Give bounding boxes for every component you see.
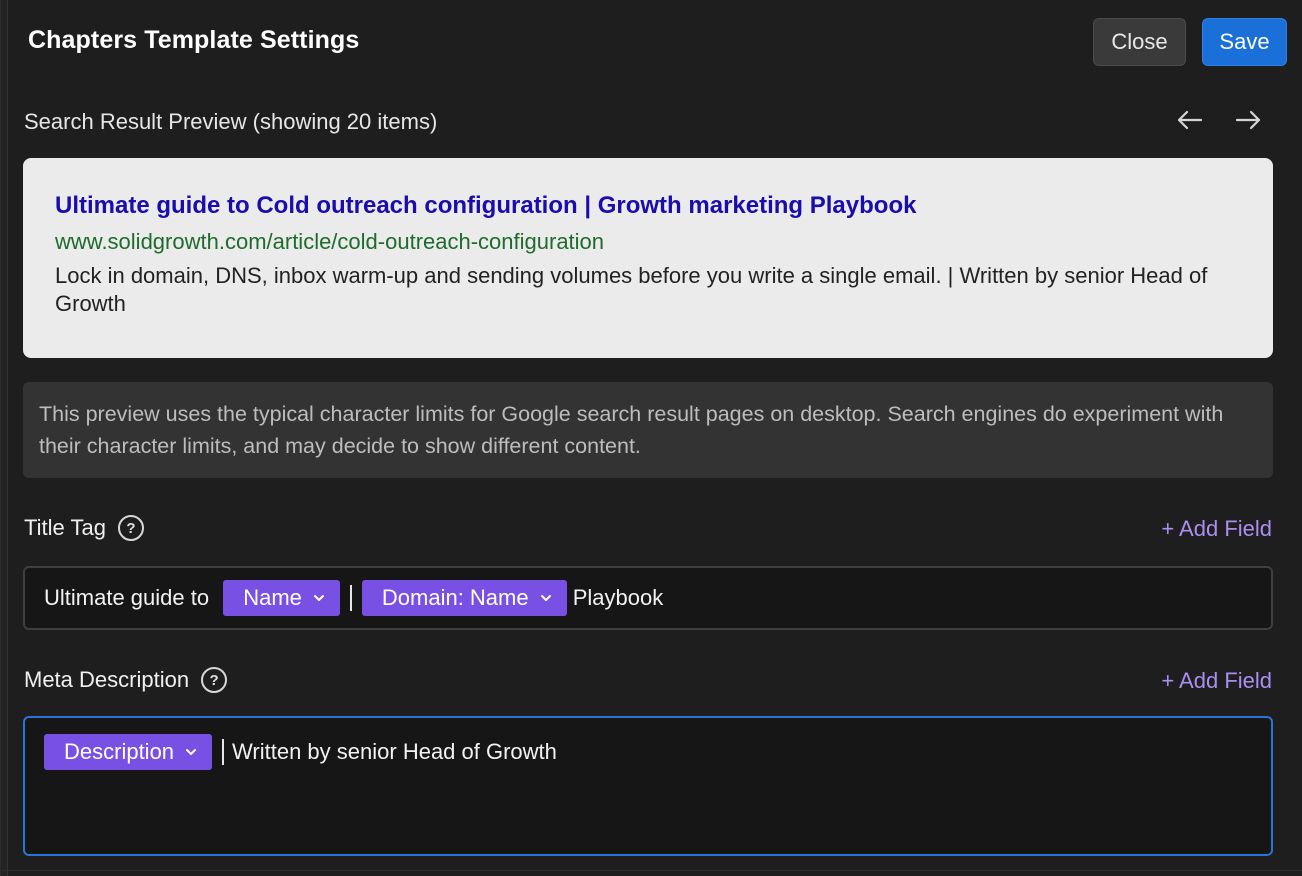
search-result-preview-card: Ultimate guide to Cold outreach configur…: [23, 158, 1273, 358]
text-cursor-separator: [349, 585, 352, 611]
question-circle-icon[interactable]: ?: [117, 515, 144, 541]
description-field-chip[interactable]: Description: [44, 734, 213, 770]
meta-description-label-row: Meta Description ?: [24, 667, 228, 693]
title-tag-text-prefix: Ultimate guide to: [44, 585, 216, 610]
title-tag-label: Title Tag: [24, 515, 106, 540]
question-circle-icon[interactable]: ?: [201, 667, 228, 693]
close-button[interactable]: Close: [1093, 18, 1186, 66]
left-edge-strip: [1, 0, 8, 876]
chip-label: Domain: Name: [381, 585, 529, 610]
serp-url: www.solidgrowth.com/article/cold-outreac…: [55, 229, 605, 254]
character-limit-notice: This preview uses the typical character …: [23, 382, 1273, 478]
meta-description-label: Meta Description: [24, 667, 190, 692]
meta-description-add-field-button[interactable]: + Add Field: [1161, 668, 1272, 694]
arrow-left-icon[interactable]: [1173, 104, 1207, 136]
arrow-right-icon[interactable]: [1231, 104, 1265, 136]
title-tag-text-suffix: Playbook: [566, 585, 664, 610]
chevron-down-icon: [539, 591, 553, 605]
chip-label: Description: [64, 739, 175, 764]
title-tag-input[interactable]: Ultimate guide to Name Domain: Name Play…: [23, 566, 1273, 630]
title-tag-add-field-button[interactable]: + Add Field: [1161, 516, 1272, 542]
bottom-divider: [1, 870, 1302, 871]
name-field-chip[interactable]: Name: [223, 580, 340, 616]
serp-description: Lock in domain, DNS, inbox warm-up and s…: [55, 263, 1208, 316]
page-title: Chapters Template Settings: [28, 26, 360, 54]
save-button[interactable]: Save: [1202, 18, 1287, 66]
chevron-down-icon: [184, 745, 198, 759]
domain-name-field-chip[interactable]: Domain: Name: [361, 580, 567, 616]
template-settings-panel: Chapters Template Settings Close Save Se…: [0, 0, 1302, 876]
preview-label: Search Result Preview (showing 20 items): [24, 109, 438, 134]
serp-title: Ultimate guide to Cold outreach configur…: [55, 192, 917, 219]
chevron-down-icon: [312, 591, 326, 605]
header: Chapters Template Settings Close Save: [1, 0, 1302, 86]
chip-label: Name: [243, 585, 302, 610]
meta-description-text-suffix: Written by senior Head of Growth: [232, 739, 557, 764]
title-tag-label-row: Title Tag ?: [24, 515, 144, 541]
text-cursor-separator: [222, 739, 225, 765]
meta-description-input[interactable]: Description Written by senior Head of Gr…: [23, 716, 1273, 856]
